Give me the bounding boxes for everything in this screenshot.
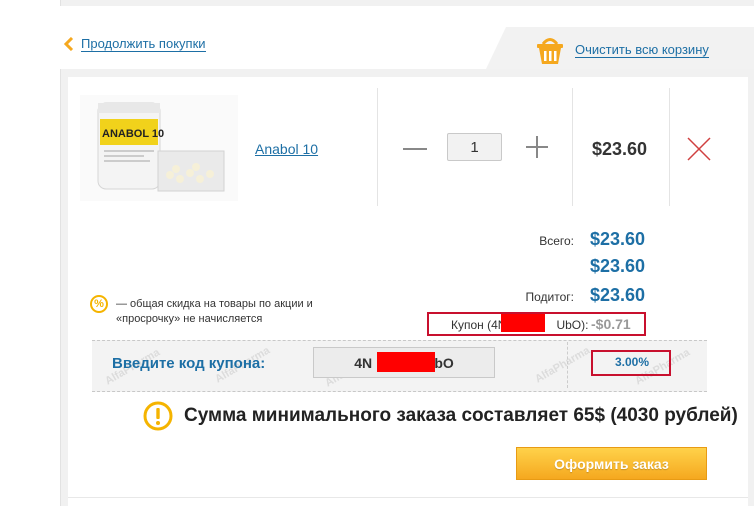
product-image: ANABOL 10	[80, 95, 238, 201]
warning-icon	[143, 401, 173, 431]
secondary-total-value: $23.60	[590, 256, 646, 276]
discount-note-text: — общая скидка на товары по акции и «про…	[116, 298, 313, 325]
divider	[68, 497, 748, 498]
item-price: $23.60	[592, 139, 648, 159]
coupon-percent-value: 3.00%	[615, 355, 650, 369]
coupon-discount-value: -$0.71	[591, 316, 631, 332]
redaction-mark	[377, 352, 435, 372]
minimum-order-warning: Сумма минимального заказа составляет 65$…	[184, 405, 738, 426]
coupon-divider	[567, 342, 569, 388]
place-order-button[interactable]: Оформить заказ	[516, 447, 707, 480]
total-value: $23.60	[590, 229, 646, 249]
clear-cart-label: Очистить всю корзину	[575, 42, 709, 58]
subtotal-value: $23.60	[590, 285, 646, 305]
column-divider	[377, 88, 378, 206]
redaction-mark	[501, 314, 545, 332]
continue-shopping-label: Продолжить покупки	[81, 36, 206, 52]
product-image-label: ANABOL 10	[102, 128, 164, 140]
continue-shopping-link[interactable]: Продолжить покупки	[62, 36, 206, 52]
chevron-left-icon	[63, 37, 74, 51]
basket-icon	[537, 38, 563, 64]
product-name-link[interactable]: Anabol 10	[255, 141, 318, 157]
watermark: AlfaPharma	[533, 344, 593, 386]
increase-quantity-button[interactable]	[526, 136, 548, 158]
quantity-input[interactable]	[447, 133, 502, 161]
clear-cart-link[interactable]: Очистить всю корзину	[533, 33, 709, 67]
clear-tab-slant	[486, 27, 506, 69]
top-panel-edge	[60, 0, 754, 6]
decrease-quantity-button[interactable]	[403, 138, 427, 160]
coupon-prompt-label: Введите код купона:	[112, 355, 266, 372]
remove-item-icon[interactable]	[686, 136, 712, 162]
discount-note-icon: %	[90, 295, 108, 313]
subtotal-label: Подитог:	[525, 290, 575, 304]
total-label: Всего:	[539, 234, 574, 248]
column-divider	[572, 88, 573, 206]
column-divider	[669, 88, 670, 206]
